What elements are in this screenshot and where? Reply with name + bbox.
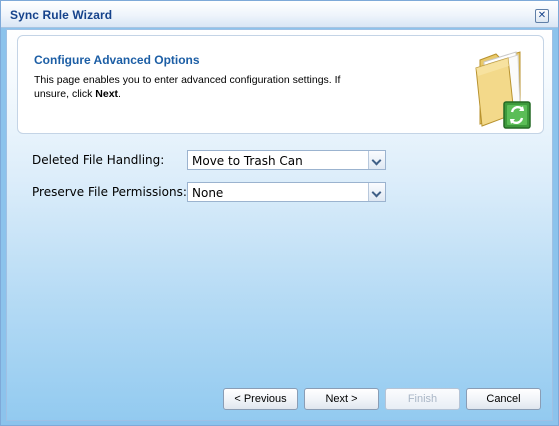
deleted-file-handling-label: Deleted File Handling:	[32, 153, 165, 167]
deleted-file-handling-value: Move to Trash Can	[192, 154, 303, 168]
finish-button[interactable]: Finish	[385, 388, 460, 410]
chevron-down-icon[interactable]	[368, 183, 385, 201]
cancel-button[interactable]: Cancel	[466, 388, 541, 410]
page-description: This page enables you to enter advanced …	[34, 73, 364, 101]
close-icon: ✕	[537, 10, 547, 21]
preserve-file-permissions-select[interactable]: None	[187, 182, 386, 202]
deleted-file-handling-select[interactable]: Move to Trash Can	[187, 150, 386, 170]
page-title: Configure Advanced Options	[34, 53, 200, 67]
title-bar: Sync Rule Wizard ✕	[1, 1, 558, 28]
header-panel: Configure Advanced Options This page ena…	[17, 35, 544, 134]
next-button[interactable]: Next >	[304, 388, 379, 410]
preserve-file-permissions-label: Preserve File Permissions:	[32, 185, 187, 199]
description-emphasis: Next	[95, 88, 119, 100]
preserve-file-permissions-value: None	[192, 186, 224, 200]
sync-rule-wizard-dialog: Sync Rule Wizard ✕ Configure Advanced Op…	[0, 0, 559, 426]
chevron-down-icon[interactable]	[368, 151, 385, 169]
previous-button[interactable]: < Previous	[223, 388, 298, 410]
wizard-body: Configure Advanced Options This page ena…	[6, 29, 553, 421]
window-title: Sync Rule Wizard	[10, 8, 113, 22]
folder-sync-icon	[475, 51, 531, 129]
description-text: This page enables you to enter advanced …	[34, 74, 341, 100]
close-button[interactable]: ✕	[535, 9, 549, 23]
description-suffix: .	[118, 88, 121, 100]
